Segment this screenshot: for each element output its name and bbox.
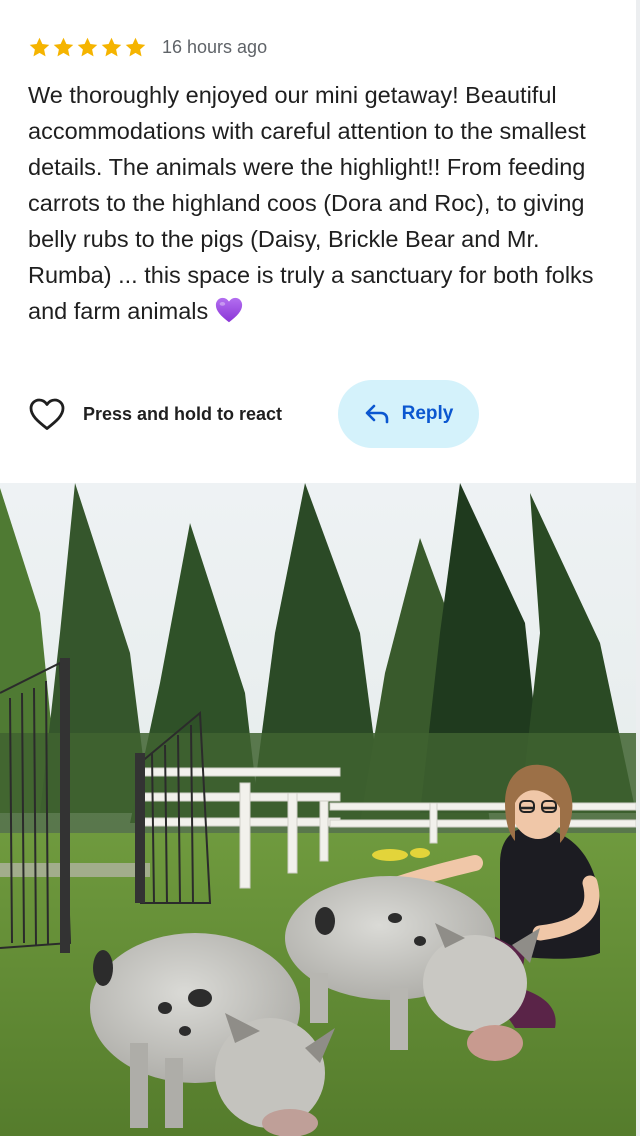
star-icon xyxy=(101,37,122,56)
review-time: 16 hours ago xyxy=(162,36,268,57)
reply-arrow-icon xyxy=(365,404,388,424)
reply-label: Reply xyxy=(401,403,454,424)
heart-outline-icon xyxy=(29,398,65,430)
star-icon xyxy=(77,37,98,56)
reply-button[interactable]: Reply xyxy=(338,380,479,448)
review-text: We thoroughly enjoyed our mini getaway! … xyxy=(28,82,594,324)
purple-heart-icon xyxy=(216,297,243,323)
star-rating xyxy=(28,36,147,59)
react-button[interactable]: Press and hold to react xyxy=(28,396,282,432)
review-actions: Press and hold to react Reply xyxy=(28,380,608,450)
rating-row: 16 hours ago xyxy=(28,34,267,60)
star-icon xyxy=(125,37,146,56)
review-photo[interactable] xyxy=(0,483,636,1136)
review-body: We thoroughly enjoyed our mini getaway! … xyxy=(28,77,618,329)
scroll-edge xyxy=(636,0,640,1136)
star-icon xyxy=(29,37,50,56)
star-icon xyxy=(53,37,74,56)
react-label: Press and hold to react xyxy=(83,403,283,424)
